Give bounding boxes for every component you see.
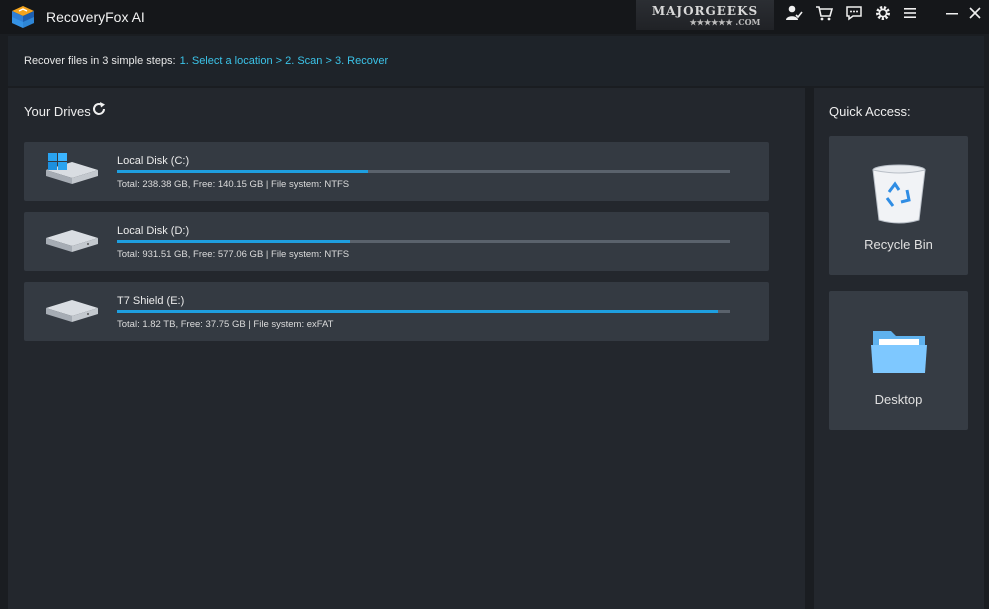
title-bar: RecoveryFox AI MAJORGEEKS ★★★★★★ .COM xyxy=(0,0,989,34)
drive-icon xyxy=(46,230,98,252)
drive-card-c[interactable]: Local Disk (C:) Total: 238.38 GB, Free: … xyxy=(24,142,769,201)
desktop-card[interactable]: Desktop xyxy=(829,291,968,430)
drive-usage-bar xyxy=(117,310,730,313)
drives-title: Your Drives xyxy=(24,104,91,119)
account-icon[interactable] xyxy=(783,2,805,24)
recycle-bin-icon xyxy=(872,164,926,224)
steps-prefix: Recover files in 3 simple steps: xyxy=(24,55,176,67)
settings-icon[interactable] xyxy=(872,2,894,24)
drive-info: Total: 931.51 GB, Free: 577.06 GB | File… xyxy=(117,249,350,260)
close-icon[interactable] xyxy=(964,2,986,24)
drive-name: Local Disk (D:) xyxy=(117,225,190,237)
drive-info: Total: 238.38 GB, Free: 140.15 GB | File… xyxy=(117,179,350,190)
drive-card-d[interactable]: Local Disk (D:) Total: 931.51 GB, Free: … xyxy=(24,212,769,271)
drive-usage-bar xyxy=(117,170,730,173)
majorgeeks-watermark: MAJORGEEKS ★★★★★★ .COM xyxy=(636,0,774,30)
drive-usage-bar xyxy=(117,240,730,243)
watermark-text: MAJORGEEKS xyxy=(651,3,759,18)
minimize-icon[interactable] xyxy=(941,2,963,24)
drives-panel: Your Drives Local Disk (C:) Total: 238.3… xyxy=(8,88,805,609)
drive-icon xyxy=(46,300,98,322)
folder-icon xyxy=(871,331,927,373)
recoveryfox-logo-icon xyxy=(12,6,34,28)
cart-icon[interactable] xyxy=(813,2,835,24)
drive-name: T7 Shield (E:) xyxy=(117,295,185,307)
drive-usage-fill xyxy=(117,310,718,313)
drive-name: Local Disk (C:) xyxy=(117,155,190,167)
drive-usage-fill xyxy=(117,170,369,173)
desktop-label: Desktop xyxy=(874,392,923,407)
recycle-bin-label: Recycle Bin xyxy=(864,237,933,252)
app-title: RecoveryFox AI xyxy=(46,9,145,25)
drive-usage-fill xyxy=(117,240,350,243)
feedback-icon[interactable] xyxy=(843,2,865,24)
quick-access-title: Quick Access: xyxy=(829,104,911,119)
watermark-subtext: ★★★★★★ .COM xyxy=(689,16,761,27)
menu-icon[interactable] xyxy=(899,2,921,24)
drive-info: Total: 1.82 TB, Free: 37.75 GB | File sy… xyxy=(117,319,334,330)
quick-access-panel: Quick Access: Recycle Bin Desktop xyxy=(814,88,984,609)
drive-card-e[interactable]: T7 Shield (E:) Total: 1.82 TB, Free: 37.… xyxy=(24,282,769,341)
recycle-bin-card[interactable]: Recycle Bin xyxy=(829,136,968,275)
windows-drive-icon xyxy=(46,153,98,184)
refresh-icon[interactable] xyxy=(91,101,107,117)
steps-path: 1. Select a location > 2. Scan > 3. Reco… xyxy=(179,55,389,67)
steps-bar: Recover files in 3 simple steps: 1. Sele… xyxy=(8,36,984,86)
